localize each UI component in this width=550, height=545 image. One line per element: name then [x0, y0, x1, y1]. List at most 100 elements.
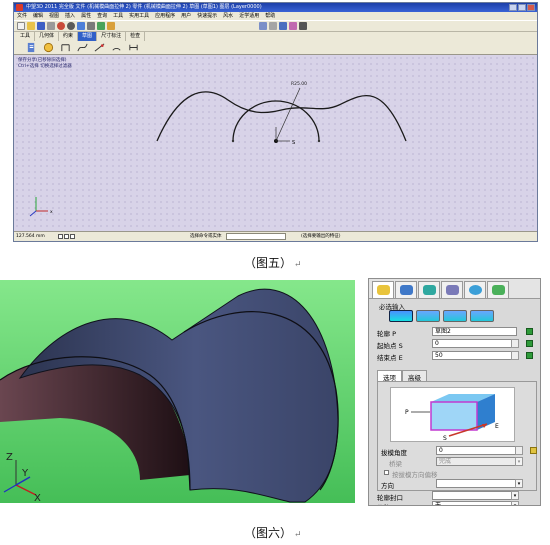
window-titlebar: 中望3D 2011 完全版 文件 (机械模曲面拉伸 2) 零件 (机械模曲面拉伸…: [14, 3, 537, 12]
menu-query[interactable]: 查询: [97, 12, 107, 20]
profile-cap-dropdown-icon[interactable]: ▾: [511, 491, 519, 500]
tab-revolve[interactable]: [395, 281, 417, 298]
profile-field[interactable]: 草图2: [432, 327, 517, 336]
direction-label: 方向: [381, 482, 394, 490]
draft-spinner[interactable]: [515, 446, 523, 455]
tab-chart[interactable]: [487, 281, 509, 298]
menu-recent[interactable]: 近学适用: [239, 12, 259, 20]
add-extrude-button[interactable]: [416, 310, 440, 322]
fit-icon[interactable]: [107, 22, 115, 30]
tab-shell[interactable]: [464, 281, 486, 298]
color-icon[interactable]: [289, 22, 297, 30]
tab-check[interactable]: 检查: [126, 32, 146, 41]
start-spinner[interactable]: [511, 339, 519, 348]
draft-label: 拔模角度: [381, 449, 407, 457]
triad-x: [15, 484, 37, 496]
menu-user[interactable]: 用户: [181, 12, 191, 20]
end-status-icon[interactable]: [526, 352, 533, 359]
triad-x-label: X: [34, 493, 41, 503]
tab-sketch[interactable]: 草图: [78, 32, 98, 41]
zoom-icon[interactable]: [77, 22, 85, 30]
menu-insert[interactable]: 插入: [65, 12, 75, 20]
shade-icon[interactable]: [259, 22, 267, 30]
tab-constraints[interactable]: 约束: [59, 32, 79, 41]
offset-select[interactable]: 无: [432, 501, 517, 505]
offset-dropdown-icon[interactable]: ▾: [511, 501, 519, 505]
maximize-button[interactable]: [518, 4, 526, 11]
profile-row: 轮廓 P 草图2: [377, 327, 537, 338]
tab-geometry[interactable]: 几何体: [35, 32, 60, 41]
triad-neg: [3, 484, 17, 493]
snap-toggle[interactable]: [58, 234, 63, 239]
profile-status-icon[interactable]: [526, 328, 533, 335]
bevel-select[interactable]: 完成: [436, 457, 521, 466]
menu-utilities[interactable]: 实用工具: [129, 12, 149, 20]
wireframe-icon[interactable]: [269, 22, 277, 30]
start-status-icon[interactable]: [526, 340, 533, 347]
layer-icon[interactable]: [279, 22, 287, 30]
menu-applications[interactable]: 应用程序: [155, 12, 175, 20]
save-icon[interactable]: [37, 22, 45, 30]
loft-icon: [445, 285, 459, 295]
sketch-toolbar: [14, 41, 537, 55]
rotate-icon[interactable]: [87, 22, 95, 30]
spline-icon[interactable]: [77, 42, 88, 53]
ortho-toggle[interactable]: [70, 234, 75, 239]
bevel-label: 桥梁: [389, 460, 402, 468]
grid-toggle[interactable]: [64, 234, 69, 239]
tab-sweep[interactable]: [418, 281, 440, 298]
direction-dropdown-icon[interactable]: ▾: [515, 479, 523, 488]
print-icon[interactable]: [47, 22, 55, 30]
menu-attribute[interactable]: 属性: [81, 12, 91, 20]
dimension-icon[interactable]: [128, 42, 139, 53]
cut-extrude-button[interactable]: [443, 310, 467, 322]
direction-field[interactable]: [436, 479, 521, 488]
menu-style[interactable]: 风水: [223, 12, 233, 20]
menu-edit[interactable]: 编辑: [33, 12, 43, 20]
tab-dimension[interactable]: 尺寸标注: [97, 32, 127, 41]
close-button[interactable]: [527, 4, 535, 11]
status-toggles: [58, 234, 75, 239]
radius-dimension[interactable]: R25.00: [291, 82, 307, 87]
intersect-extrude-button[interactable]: [470, 310, 494, 322]
pan-icon[interactable]: [97, 22, 105, 30]
draft-field[interactable]: 0: [436, 446, 521, 455]
menu-quick-tips[interactable]: 快速提示: [197, 12, 217, 20]
solid-extrude-button[interactable]: [389, 310, 413, 322]
new-icon[interactable]: [17, 22, 25, 30]
draft-status-icon[interactable]: [530, 447, 537, 454]
ribbon-tabs: 工具 几何体 约束 草图 尺寸标注 检查: [14, 32, 537, 41]
cursor-coordinates: 127.564 mm: [16, 234, 45, 239]
undo-icon[interactable]: [57, 22, 65, 30]
reverse-checkbox[interactable]: [384, 470, 389, 475]
window-controls: [509, 4, 535, 11]
menu-view[interactable]: 视图: [49, 12, 59, 20]
profile-cap-field[interactable]: [432, 491, 517, 500]
command-input[interactable]: [226, 233, 286, 240]
redo-icon[interactable]: [67, 22, 75, 30]
start-field[interactable]: 0: [432, 339, 517, 348]
minimize-button[interactable]: [509, 4, 517, 11]
menu-help[interactable]: 帮助: [265, 12, 275, 20]
tab-loft[interactable]: [441, 281, 463, 298]
end-field[interactable]: 50: [432, 351, 517, 360]
bevel-dropdown-icon[interactable]: ▾: [515, 457, 523, 466]
tab-extrude[interactable]: [372, 281, 394, 298]
trim-icon[interactable]: [111, 42, 122, 53]
circle-icon[interactable]: [43, 42, 54, 53]
open-icon[interactable]: [27, 22, 35, 30]
sketch-canvas[interactable]: 保存分享(已移除旧选择) Ctrl+选择 切换选择过滤器 S x R25.00: [14, 55, 537, 231]
triad-z-label: Z: [6, 452, 13, 463]
end-spinner[interactable]: [511, 351, 519, 360]
tab-tools[interactable]: 工具: [16, 32, 36, 41]
extrude-property-panel: 必选输入 轮廓 P 草图2 起始点 S 0 结束点 E 50 选项 高级 P S…: [368, 278, 541, 506]
menu-file[interactable]: 文件: [17, 12, 27, 20]
line-icon[interactable]: [60, 42, 71, 53]
menu-tools[interactable]: 工具: [113, 12, 123, 20]
3d-viewport[interactable]: Z Y X: [0, 280, 355, 503]
direction-row: 方向 ▾: [381, 479, 540, 490]
arc-icon[interactable]: [94, 42, 105, 53]
settings-icon[interactable]: [299, 22, 307, 30]
profile-icon[interactable]: [26, 42, 37, 53]
status-bar: 127.564 mm 选择命令或实体 (选择要输出的特征): [14, 231, 537, 241]
